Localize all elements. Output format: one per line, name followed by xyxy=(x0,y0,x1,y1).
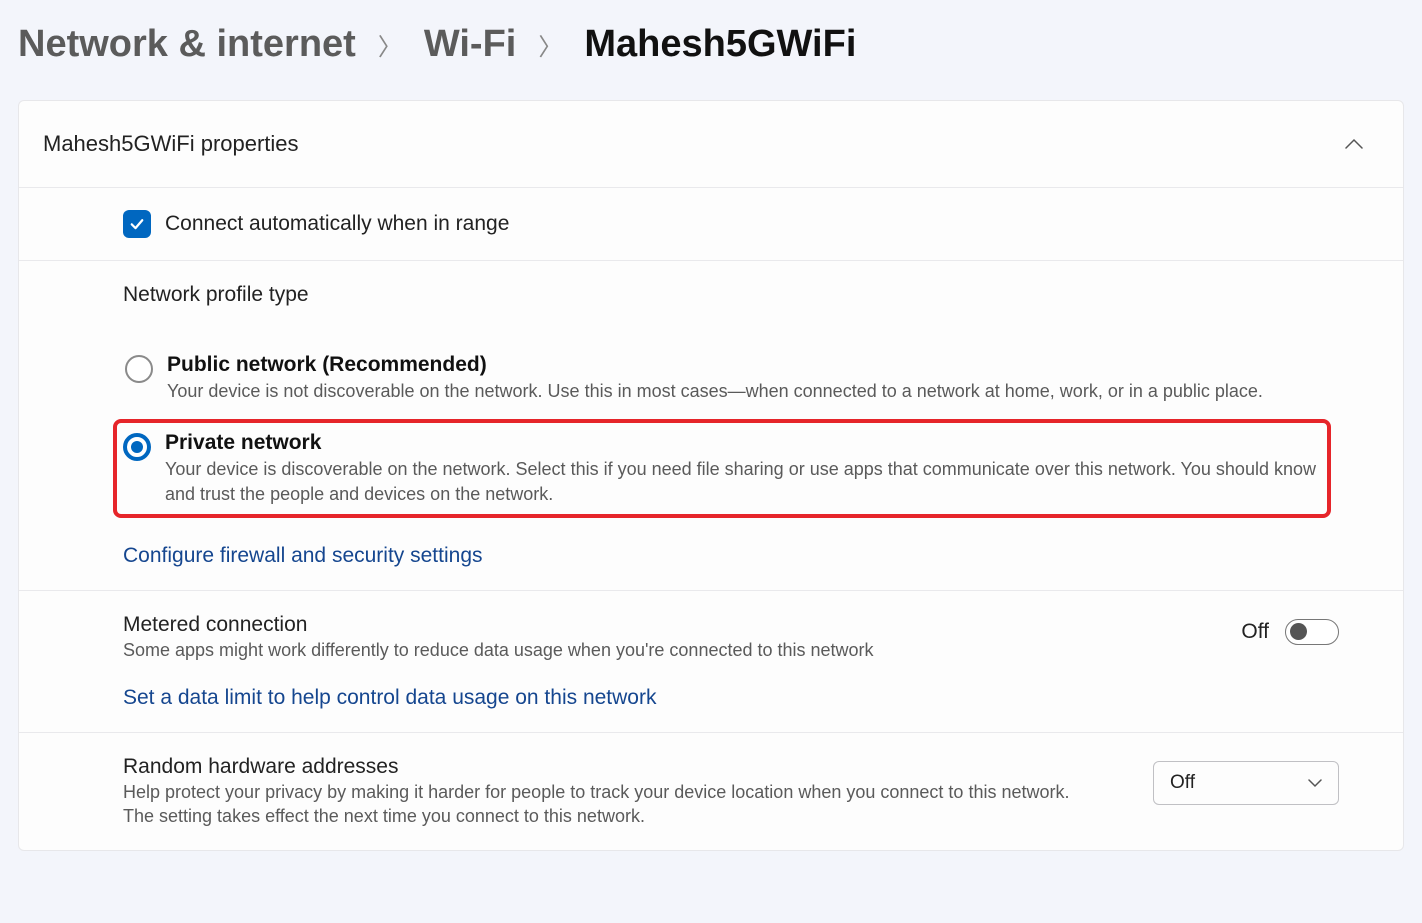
connect-auto-row: Connect automatically when in range xyxy=(19,188,1403,261)
chevron-right-icon: 〉 xyxy=(538,27,562,62)
radio-public-title: Public network (Recommended) xyxy=(167,353,1263,377)
random-addresses-section: Random hardware addresses Help protect y… xyxy=(19,733,1403,850)
breadcrumb-current: Mahesh5GWiFi xyxy=(584,23,856,66)
radio-icon[interactable] xyxy=(123,433,151,461)
panel-title: Mahesh5GWiFi properties xyxy=(43,131,299,157)
chevron-down-icon xyxy=(1308,775,1322,791)
random-dropdown[interactable]: Off xyxy=(1153,761,1339,805)
chevron-up-icon xyxy=(1345,134,1363,155)
profile-type-section: Network profile type Public network (Rec… xyxy=(19,261,1403,591)
breadcrumb-network-internet[interactable]: Network & internet xyxy=(18,23,356,66)
radio-public-network[interactable]: Public network (Recommended) Your device… xyxy=(123,347,1379,409)
data-limit-link[interactable]: Set a data limit to help control data us… xyxy=(123,686,656,710)
radio-private-title: Private network xyxy=(165,431,1321,455)
firewall-settings-link[interactable]: Configure firewall and security settings xyxy=(123,544,483,568)
metered-desc: Some apps might work differently to redu… xyxy=(123,639,1083,662)
random-title: Random hardware addresses xyxy=(123,755,1133,779)
radio-private-network[interactable]: Private network Your device is discovera… xyxy=(113,419,1331,518)
metered-toggle-label: Off xyxy=(1241,620,1269,644)
connect-auto-checkbox[interactable] xyxy=(123,210,151,238)
radio-private-desc: Your device is discoverable on the netwo… xyxy=(165,457,1321,506)
radio-public-desc: Your device is not discoverable on the n… xyxy=(167,379,1263,403)
metered-toggle[interactable] xyxy=(1285,619,1339,645)
profile-radio-group: Public network (Recommended) Your device… xyxy=(123,347,1379,518)
breadcrumb: Network & internet 〉 Wi-Fi 〉 Mahesh5GWiF… xyxy=(18,23,1404,66)
chevron-right-icon: 〉 xyxy=(378,27,402,62)
connect-auto-label: Connect automatically when in range xyxy=(165,212,509,236)
toggle-knob-icon xyxy=(1290,623,1307,640)
radio-icon[interactable] xyxy=(125,355,153,383)
random-desc: Help protect your privacy by making it h… xyxy=(123,781,1083,828)
radio-text: Public network (Recommended) Your device… xyxy=(167,353,1263,403)
profile-type-title: Network profile type xyxy=(123,283,1379,307)
metered-toggle-wrap: Off xyxy=(1241,619,1339,645)
metered-title: Metered connection xyxy=(123,613,1221,637)
dropdown-value: Off xyxy=(1170,772,1195,794)
panel-header[interactable]: Mahesh5GWiFi properties xyxy=(19,101,1403,188)
properties-panel: Mahesh5GWiFi properties Connect automati… xyxy=(18,100,1404,851)
metered-section: Metered connection Some apps might work … xyxy=(19,591,1403,733)
breadcrumb-wifi[interactable]: Wi-Fi xyxy=(424,23,517,66)
radio-text: Private network Your device is discovera… xyxy=(165,431,1321,506)
